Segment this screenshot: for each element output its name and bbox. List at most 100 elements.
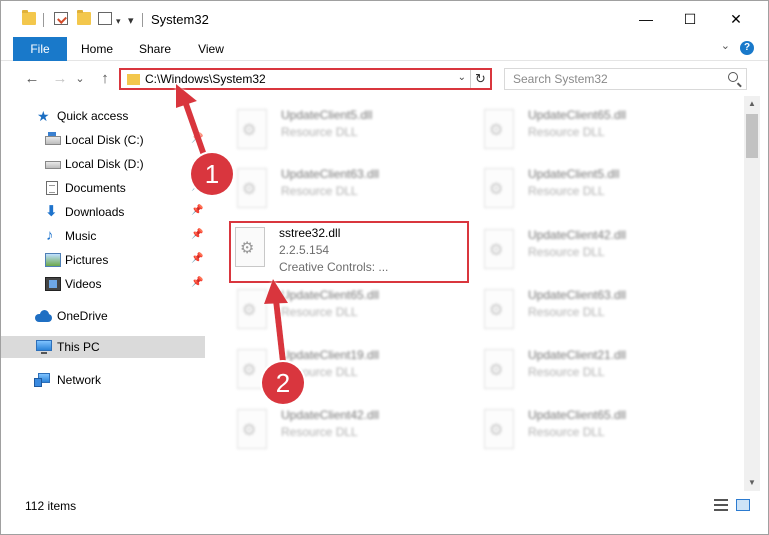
recent-locations-chevron-icon[interactable]: ⌄ [73,68,87,88]
view-options-icon[interactable] [98,12,112,25]
file-name: UpdateClient42.dll [528,228,627,242]
search-icon[interactable] [728,72,738,82]
file-item[interactable]: UpdateClient42.dll Resource DLL [480,225,716,283]
scroll-up-arrow-icon[interactable]: ▲ [744,96,760,112]
expand-ribbon-chevron-icon[interactable]: ⌄ [721,39,730,52]
downloads-icon: ⬇ [45,203,58,220]
file-version: 2.2.5.154 [279,243,330,257]
folder-icon [22,10,36,25]
file-name: UpdateClient19.dll [281,348,380,362]
file-name: UpdateClient65.dll [528,108,627,122]
dll-file-icon [235,227,265,267]
sidebar-item-onedrive[interactable]: OneDrive [1,305,205,327]
file-name: UpdateClient65.dll [281,288,380,302]
details-view-icon[interactable] [714,499,728,511]
maximize-button[interactable]: ☐ [667,1,713,37]
network-icon [34,373,50,387]
dll-file-icon [484,168,514,208]
properties-icon[interactable] [54,12,68,25]
sidebar-item-videos[interactable]: Videos 📌 [1,273,205,295]
dll-file-icon [484,109,514,149]
folder-icon [127,74,140,85]
file-item[interactable]: UpdateClient63.dll Resource DLL [480,285,716,343]
pin-icon[interactable]: 📌 [191,229,203,240]
sidebar-item-pictures[interactable]: Pictures 📌 [1,249,205,271]
sidebar-item-label: Documents [65,181,126,195]
pin-icon[interactable]: 📌 [191,205,203,216]
file-description: Resource DLL [528,184,605,198]
status-bar: 112 items [1,493,768,517]
customize-toolbar-chevron-icon[interactable]: ▾ [116,16,121,27]
sidebar-item-label: This PC [57,340,100,354]
videos-icon [45,277,61,291]
file-item[interactable]: UpdateClient65.dll Resource DLL [233,285,469,343]
file-description: Resource DLL [528,305,605,319]
file-description: Resource DLL [528,245,605,259]
sidebar-item-local-disk-c[interactable]: Local Disk (C:) 📌 [1,129,205,151]
dll-file-icon [237,409,267,449]
pin-icon[interactable]: 📌 [191,277,203,288]
music-icon: ♪ [46,227,54,244]
file-item[interactable]: UpdateClient65.dll Resource DLL [480,105,716,163]
local-disk-d-icon [45,161,61,169]
address-history-chevron-icon[interactable]: ⌄ [458,72,466,83]
file-item[interactable]: UpdateClient21.dll Resource DLL [480,345,716,403]
sidebar-item-downloads[interactable]: ⬇ Downloads 📌 [1,201,205,223]
pin-icon[interactable]: 📌 [191,253,203,264]
back-button[interactable]: ← [21,68,43,88]
pictures-icon [45,253,61,267]
scroll-thumb[interactable] [746,114,758,158]
sidebar-item-label: Local Disk (C:) [65,133,144,147]
sidebar-item-local-disk-d[interactable]: Local Disk (D:) 📌 [1,153,205,175]
tab-share[interactable]: Share [131,37,179,61]
help-icon[interactable]: ? [740,41,754,55]
file-description: Resource DLL [281,184,358,198]
tab-file[interactable]: File [13,37,67,61]
close-button[interactable]: ✕ [713,1,759,37]
sidebar-item-label: Network [57,373,102,387]
search-input[interactable] [513,72,713,86]
file-item-sstree32[interactable]: sstree32.dll 2.2.5.154 Creative Controls… [229,221,469,283]
customize-quick-access-icon[interactable]: ▾ [128,14,134,27]
sidebar-item-this-pc[interactable]: This PC [1,336,205,358]
sidebar-item-documents[interactable]: Documents 📌 [1,177,205,199]
navigation-pane: ★ Quick access Local Disk (C:) 📌 Local D… [1,96,206,491]
step-1-badge: 1 [191,153,233,195]
sidebar-item-music[interactable]: ♪ Music 📌 [1,225,205,247]
refresh-button[interactable]: ↻ [470,70,490,88]
address-bar[interactable]: C:\Windows\System32 ⌄ ↻ [119,68,492,90]
forward-button[interactable]: → [49,68,71,88]
file-item[interactable]: UpdateClient42.dll Resource DLL [233,405,469,463]
file-description: Resource DLL [281,125,358,139]
file-item[interactable]: UpdateClient65.dll Resource DLL [480,405,716,463]
scroll-down-arrow-icon[interactable]: ▼ [744,475,760,491]
file-item[interactable]: UpdateClient63.dll Resource DLL [233,164,469,222]
local-disk-c-icon [45,132,61,145]
address-path[interactable]: C:\Windows\System32 [145,72,266,86]
tab-home[interactable]: Home [73,37,121,61]
file-name: UpdateClient65.dll [528,408,627,422]
sidebar-item-label: OneDrive [57,309,108,323]
minimize-button[interactable]: — [623,1,669,37]
file-name: UpdateClient5.dll [528,167,620,181]
pin-icon[interactable]: 📌 [191,133,203,144]
onedrive-icon [35,309,53,323]
file-item[interactable]: UpdateClient5.dll Resource DLL [233,105,469,163]
new-folder-icon[interactable] [77,10,91,25]
dll-file-icon [237,168,267,208]
dll-file-icon [484,409,514,449]
sidebar-item-label: Pictures [65,253,109,267]
file-description: Resource DLL [528,365,605,379]
search-box[interactable] [504,68,747,90]
ribbon-tabs: File Home Share View ⌄ ? [1,37,768,61]
tab-view[interactable]: View [187,37,235,61]
up-button[interactable]: ↑ [94,68,116,88]
sidebar-item-label: Quick access [57,109,129,123]
file-company: Creative Controls: ... [279,260,389,274]
file-item[interactable]: UpdateClient5.dll Resource DLL [480,164,716,222]
dll-file-icon [484,349,514,389]
large-icons-view-icon[interactable] [736,499,750,511]
sidebar-item-quick-access[interactable]: ★ Quick access [1,105,205,127]
sidebar-item-network[interactable]: Network [1,369,205,391]
vertical-scrollbar[interactable]: ▲ ▼ [744,96,760,491]
